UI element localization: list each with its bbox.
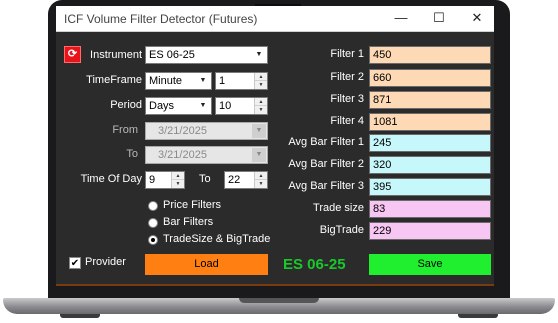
laptop-foot-left bbox=[60, 314, 100, 318]
trade-size-label: Trade size bbox=[313, 202, 364, 214]
arrow-up-icon[interactable]: ▲ bbox=[255, 172, 267, 180]
timeframe-label: TimeFrame bbox=[86, 74, 142, 86]
timeframe-unit-value: Minute bbox=[149, 75, 183, 87]
filter-2-value: 660 bbox=[373, 72, 392, 84]
title-bar: ICF Volume Filter Detector (Futures) — ☐… bbox=[56, 6, 494, 32]
time-of-day-label: Time Of Day bbox=[80, 173, 142, 185]
avg-bar-filter-3-value: 395 bbox=[373, 181, 392, 193]
avg-bar-filter-3-label: Avg Bar Filter 3 bbox=[288, 180, 364, 192]
avg-bar-filter-1-label: Avg Bar Filter 1 bbox=[288, 136, 364, 148]
load-button[interactable]: Load bbox=[145, 254, 268, 275]
refresh-icon: ⟳ bbox=[67, 48, 78, 60]
arrow-down-icon[interactable]: ▼ bbox=[172, 180, 184, 188]
from-date-value: 3/21/2025 bbox=[158, 125, 207, 137]
to-date-picker[interactable]: 3/21/2025 ▼ bbox=[145, 146, 268, 164]
period-value: 10 bbox=[219, 100, 232, 112]
period-unit-select[interactable]: Days ▼ bbox=[145, 97, 212, 115]
provider-checkbox[interactable]: ✔ bbox=[69, 257, 81, 269]
avg-bar-filter-2-label: Avg Bar Filter 2 bbox=[288, 158, 364, 170]
trade-size-value: 83 bbox=[373, 203, 386, 215]
filter-1-field[interactable]: 450 bbox=[369, 46, 491, 64]
chevron-down-icon: ▼ bbox=[199, 77, 207, 84]
instrument-value: ES 06-25 bbox=[149, 49, 195, 61]
period-label: Period bbox=[110, 99, 142, 111]
window-title: ICF Volume Filter Detector (Futures) bbox=[64, 12, 258, 26]
close-icon[interactable]: ✕ bbox=[466, 9, 488, 27]
bigtrade-value: 229 bbox=[373, 225, 392, 237]
radio-bar-filters-label[interactable]: Bar Filters bbox=[163, 216, 213, 228]
from-label: From bbox=[112, 124, 138, 136]
bigtrade-label: BigTrade bbox=[319, 224, 364, 236]
filter-3-field[interactable]: 871 bbox=[369, 91, 491, 109]
radio-tradesize-bigtrade[interactable] bbox=[148, 235, 158, 245]
time-start-value: 9 bbox=[149, 174, 156, 186]
radio-bar-filters[interactable] bbox=[148, 218, 158, 228]
to-label: To bbox=[126, 148, 138, 160]
bottom-accent-line bbox=[56, 284, 494, 286]
avg-bar-filter-2-value: 320 bbox=[373, 159, 392, 171]
filter-1-value: 450 bbox=[373, 49, 392, 61]
instrument-select[interactable]: ES 06-25 ▼ bbox=[145, 46, 268, 64]
filter-4-label: Filter 4 bbox=[330, 115, 364, 127]
filter-2-field[interactable]: 660 bbox=[369, 69, 491, 87]
to-date-value: 3/21/2025 bbox=[158, 149, 207, 161]
app-window: ICF Volume Filter Detector (Futures) — ☐… bbox=[56, 6, 494, 286]
radio-tradesize-bigtrade-label[interactable]: TradeSize & BigTrade bbox=[163, 233, 270, 245]
instrument-label: Instrument bbox=[90, 49, 142, 61]
timeframe-value: 1 bbox=[219, 75, 226, 87]
filter-3-value: 871 bbox=[373, 94, 392, 106]
radio-price-filters[interactable] bbox=[148, 201, 158, 211]
radio-price-filters-label[interactable]: Price Filters bbox=[163, 199, 221, 211]
period-unit-value: Days bbox=[149, 100, 175, 112]
minimize-icon[interactable]: — bbox=[390, 9, 412, 27]
avg-bar-filter-3-field[interactable]: 395 bbox=[369, 178, 491, 196]
trade-size-field[interactable]: 83 bbox=[369, 200, 491, 218]
symbol-display: ES 06-25 bbox=[283, 256, 346, 273]
timeframe-unit-select[interactable]: Minute ▼ bbox=[145, 72, 212, 90]
time-start-stepper[interactable]: 9 ▲ ▼ bbox=[145, 171, 185, 189]
avg-bar-filter-2-field[interactable]: 320 bbox=[369, 156, 491, 174]
avg-bar-filter-1-value: 245 bbox=[373, 137, 392, 149]
save-button[interactable]: Save bbox=[369, 254, 491, 275]
time-end-value: 22 bbox=[228, 174, 241, 186]
client-area: ⟳ Instrument ES 06-25 ▼ TimeFrame Minute… bbox=[56, 33, 494, 286]
time-to-label: To bbox=[199, 173, 211, 185]
chevron-down-icon: ▼ bbox=[199, 102, 207, 109]
provider-label: Provider bbox=[85, 256, 126, 268]
refresh-button[interactable]: ⟳ bbox=[64, 46, 81, 63]
laptop-base-notch bbox=[239, 298, 319, 303]
from-date-picker[interactable]: 3/21/2025 ▼ bbox=[145, 122, 268, 140]
filter-4-value: 1081 bbox=[373, 116, 398, 128]
maximize-icon[interactable]: ☐ bbox=[428, 9, 450, 27]
avg-bar-filter-1-field[interactable]: 245 bbox=[369, 134, 491, 152]
filter-4-field[interactable]: 1081 bbox=[369, 113, 491, 131]
filter-3-label: Filter 3 bbox=[330, 93, 364, 105]
filter-2-label: Filter 2 bbox=[330, 71, 364, 83]
arrow-down-icon[interactable]: ▼ bbox=[255, 106, 267, 114]
stepper-buttons[interactable]: ▲ ▼ bbox=[171, 172, 184, 188]
filter-1-label: Filter 1 bbox=[330, 48, 364, 60]
laptop-foot-right bbox=[458, 314, 498, 318]
arrow-up-icon[interactable]: ▲ bbox=[172, 172, 184, 180]
bigtrade-field[interactable]: 229 bbox=[369, 222, 491, 240]
